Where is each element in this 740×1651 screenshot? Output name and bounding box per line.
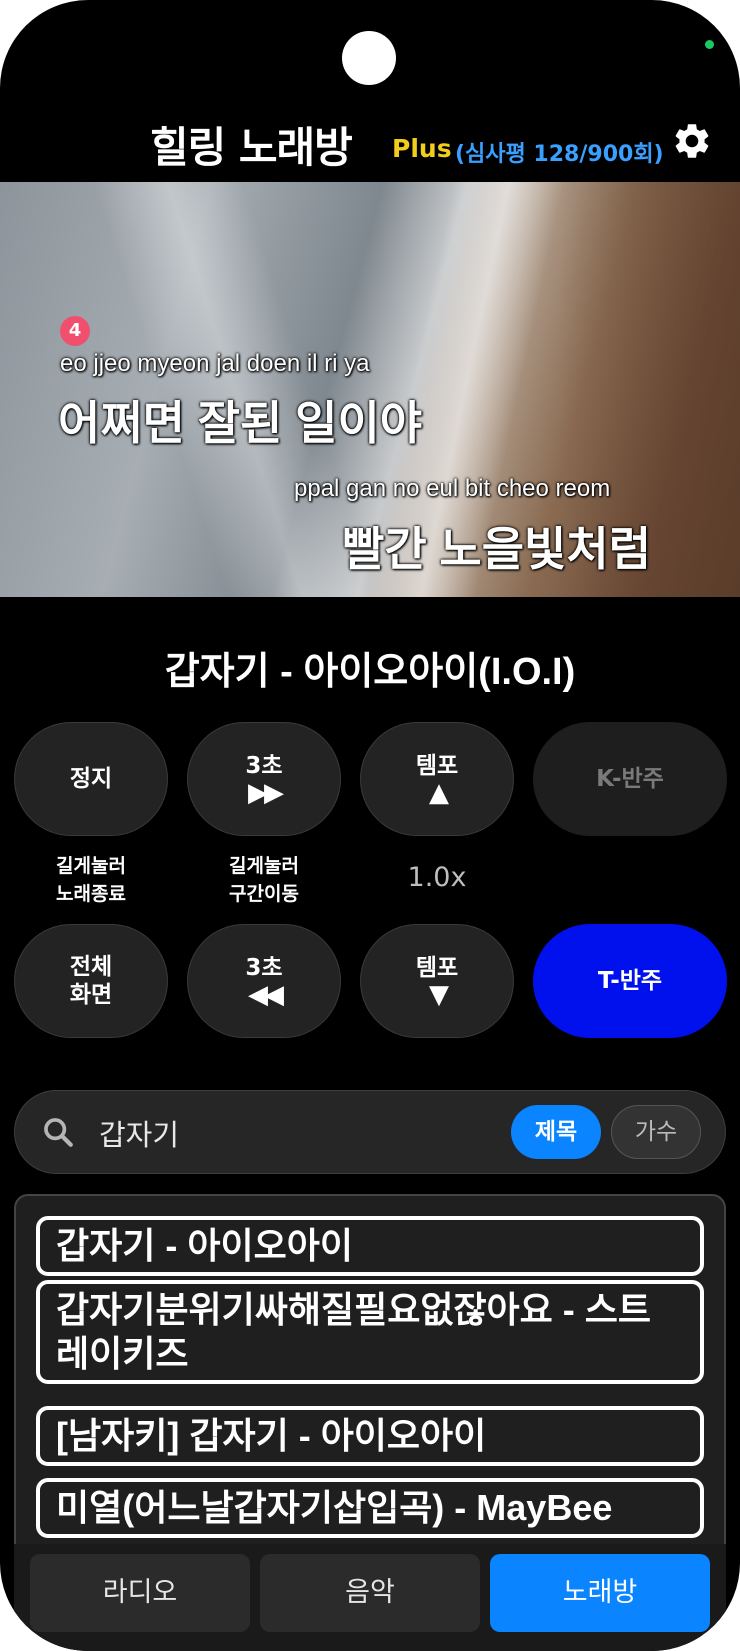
tempo-value: 1.0x bbox=[407, 862, 467, 893]
forward-hint-line2: 구간이동 bbox=[229, 883, 299, 905]
app-title: 힐링 노래방 bbox=[150, 123, 353, 172]
lyric-korean-1: 어쩌면 잘된 일이야 bbox=[58, 397, 423, 449]
filter-title-button[interactable]: 제목 bbox=[511, 1105, 601, 1159]
k-accompaniment-label: K-반주 bbox=[596, 766, 664, 792]
lyric-korean-2: 빨간 노을빛처럼 bbox=[342, 523, 652, 575]
nav-radio[interactable]: 라디오 bbox=[30, 1554, 250, 1632]
fast-forward-icon: ▶▶ bbox=[248, 778, 284, 808]
line-number-badge: 4 bbox=[60, 316, 90, 346]
arrow-up-icon: ▲ bbox=[429, 778, 449, 808]
lyric-romanized-2: ppal gan no eul bit cheo reom bbox=[294, 475, 611, 502]
stop-hint-line2: 노래종료 bbox=[56, 883, 126, 905]
forward-3s-button[interactable]: 3초 ▶▶ bbox=[187, 722, 341, 836]
forward-label: 3초 bbox=[245, 753, 283, 779]
t-accompaniment-label: T-반주 bbox=[597, 968, 663, 994]
rewind-label: 3초 bbox=[245, 955, 283, 981]
rewind-3s-button[interactable]: 3초 ◀◀ bbox=[187, 924, 341, 1038]
search-icon bbox=[44, 1118, 73, 1147]
result-item[interactable]: 갑자기분위기싸해질필요없잖아요 - 스트레이키즈 bbox=[36, 1280, 704, 1384]
fullscreen-label-1: 전체 bbox=[69, 954, 113, 980]
camera-cutout bbox=[342, 31, 396, 85]
rewind-icon: ◀◀ bbox=[248, 980, 284, 1010]
result-item[interactable]: [남자키] 갑자기 - 아이오아이 bbox=[36, 1406, 704, 1466]
result-item[interactable]: 갑자기 - 아이오아이 bbox=[36, 1216, 704, 1276]
arrow-down-icon: ▼ bbox=[429, 980, 449, 1010]
now-playing-title: 갑자기 - 아이오아이(I.O.I) bbox=[164, 651, 576, 693]
review-count: (심사평 128/900회) bbox=[455, 142, 664, 167]
k-accompaniment-button[interactable]: K-반주 bbox=[533, 722, 727, 836]
tempo-up-label: 템포 bbox=[415, 753, 459, 779]
nav-karaoke[interactable]: 노래방 bbox=[490, 1554, 710, 1632]
tempo-down-label: 템포 bbox=[415, 955, 459, 981]
t-accompaniment-button[interactable]: T-반주 bbox=[533, 924, 727, 1038]
stop-button[interactable]: 정지 bbox=[14, 722, 168, 836]
stop-label: 정지 bbox=[69, 766, 113, 792]
tempo-up-button[interactable]: 템포 ▲ bbox=[360, 722, 514, 836]
tempo-down-button[interactable]: 템포 ▼ bbox=[360, 924, 514, 1038]
stop-hint: 길게눌러 노래종료 bbox=[14, 852, 168, 908]
phone-screen: 힐링 노래방 Plus (심사평 128/900회) 4 eo jjeo mye… bbox=[0, 0, 740, 1651]
bottom-navigation: 라디오 음악 노래방 bbox=[14, 1544, 726, 1651]
gear-icon[interactable] bbox=[671, 120, 713, 162]
search-bar: 제목 가수 bbox=[14, 1090, 726, 1174]
result-item[interactable]: 미열(어느날갑자기삽입곡) - MayBee bbox=[36, 1478, 704, 1538]
lyric-romanized-1: eo jjeo myeon jal doen il ri ya bbox=[60, 350, 370, 377]
forward-hint: 길게눌러 구간이동 bbox=[187, 852, 341, 908]
fullscreen-button[interactable]: 전체 화면 bbox=[14, 924, 168, 1038]
plus-badge: Plus bbox=[392, 134, 452, 163]
forward-hint-line1: 길게눌러 bbox=[229, 855, 299, 877]
fullscreen-label-2: 화면 bbox=[69, 982, 113, 1008]
filter-singer-button[interactable]: 가수 bbox=[611, 1105, 701, 1159]
search-input[interactable] bbox=[97, 1109, 501, 1157]
nav-music[interactable]: 음악 bbox=[260, 1554, 480, 1632]
stop-hint-line1: 길게눌러 bbox=[56, 855, 126, 877]
app-header: 힐링 노래방 Plus (심사평 128/900회) bbox=[0, 110, 740, 180]
status-indicator bbox=[705, 40, 714, 49]
